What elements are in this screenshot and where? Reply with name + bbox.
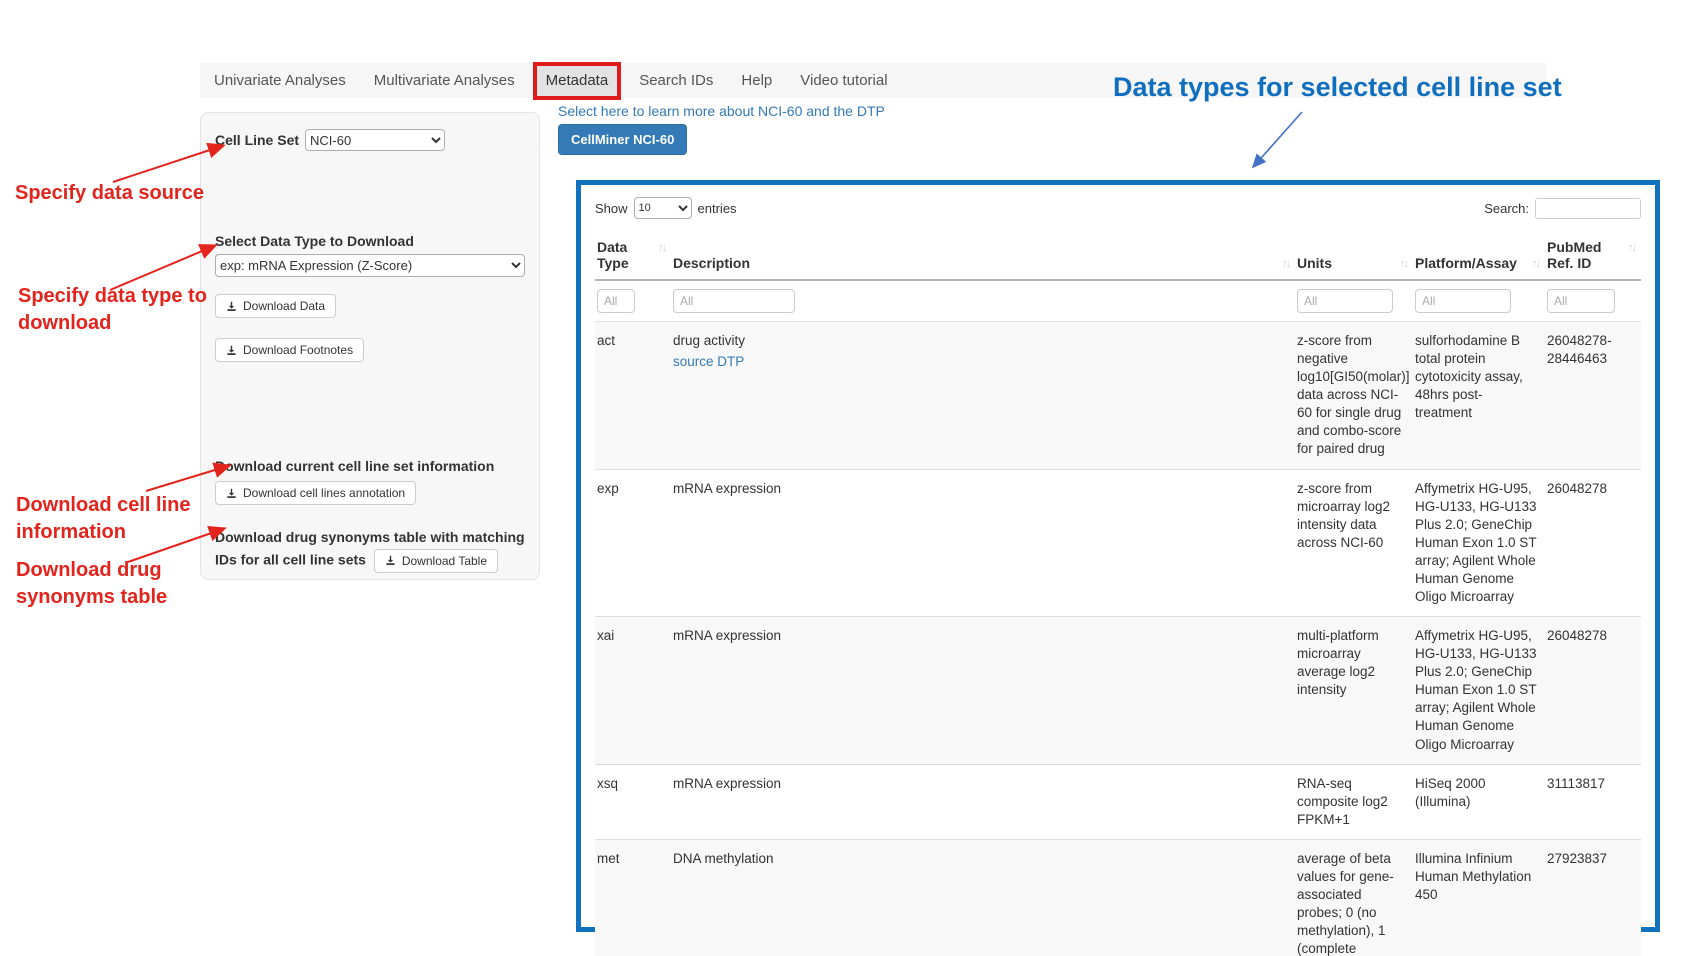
cell-pubmed: 26048278	[1545, 617, 1641, 765]
sort-icon[interactable]: ↑↓	[1532, 255, 1539, 270]
description-text: mRNA expression	[673, 776, 781, 791]
download-cell-lines-annotation-label: Download cell lines annotation	[243, 486, 405, 500]
table-body: act drug activity source DTP z-score from…	[595, 322, 1641, 956]
table-row[interactable]: xai mRNA expression multi-platform micro…	[595, 617, 1641, 765]
cell-line-info-heading: Download current cell line set informati…	[215, 458, 525, 474]
cell-platform: Affymetrix HG-U95, HG-U133, HG-U133 Plus…	[1413, 469, 1545, 617]
table-controls: Show 10 entries Search:	[595, 197, 1641, 219]
filter-row	[595, 280, 1641, 322]
cell-units: RNA-seq composite log2 FPKM+1	[1295, 764, 1413, 839]
download-cell-lines-annotation-button[interactable]: Download cell lines annotation	[215, 481, 416, 505]
cell-line-set-label: Cell Line Set	[215, 132, 299, 148]
filter-description-input[interactable]	[673, 289, 795, 313]
cell-units: z-score from microarray log2 intensity d…	[1295, 469, 1413, 617]
cell-pubmed: 26048278	[1545, 469, 1641, 617]
column-header-description[interactable]: ↑↓Description	[671, 235, 1295, 280]
cell-data-type: exp	[595, 469, 671, 617]
source-dtp-link[interactable]: source DTP	[673, 353, 744, 371]
sort-icon[interactable]: ↑↓	[1400, 255, 1407, 270]
download-footnotes-label: Download Footnotes	[243, 343, 353, 357]
download-options-panel: Cell Line Set NCI-60 Select Data Type to…	[200, 112, 540, 580]
data-type-label: Select Data Type to Download	[215, 233, 525, 249]
cell-pubmed: 26048278-28446463	[1545, 322, 1641, 470]
data-types-table-box: Show 10 entries Search: ↑↓Data Type ↑↓De…	[576, 180, 1660, 932]
filter-platform-input[interactable]	[1415, 289, 1511, 313]
cell-description: DNA methylation	[671, 839, 1295, 956]
cell-description: mRNA expression	[671, 764, 1295, 839]
metadata-highlight-box: Metadata	[533, 62, 622, 100]
cellminer-nci60-button[interactable]: CellMiner NCI-60	[558, 124, 687, 155]
download-data-label: Download Data	[243, 299, 325, 313]
metadata-table: ↑↓Data Type ↑↓Description ↑↓Units ↑↓Plat…	[595, 235, 1641, 956]
nav-search-ids[interactable]: Search IDs	[625, 64, 727, 97]
search-input[interactable]	[1535, 198, 1641, 219]
cell-units: average of beta values for gene-associat…	[1295, 839, 1413, 956]
table-row[interactable]: act drug activity source DTP z-score from…	[595, 322, 1641, 470]
cell-platform: Illumina Infinium Human Methylation 450	[1413, 839, 1545, 956]
table-row[interactable]: xsq mRNA expression RNA-seq composite lo…	[595, 764, 1641, 839]
table-row[interactable]: exp mRNA expression z-score from microar…	[595, 469, 1641, 617]
filter-data-type-input[interactable]	[597, 289, 635, 313]
column-header-units[interactable]: ↑↓Units	[1295, 235, 1413, 280]
sort-icon[interactable]: ↑↓	[1628, 239, 1635, 254]
cell-platform: sulforhodamine B total protein cytotoxic…	[1413, 322, 1545, 470]
description-text: mRNA expression	[673, 628, 781, 643]
drug-synonyms-heading: Download drug synonyms table with matchi…	[215, 527, 525, 573]
cell-platform: HiSeq 2000 (Illumina)	[1413, 764, 1545, 839]
page-size-select[interactable]: 10	[634, 197, 692, 219]
cell-data-type: xsq	[595, 764, 671, 839]
download-footnotes-button[interactable]: Download Footnotes	[215, 338, 364, 362]
sort-icon[interactable]: ↑↓	[1282, 255, 1289, 270]
cell-description: drug activity source DTP	[671, 322, 1295, 470]
annotation-specify-data-source: Specify data source	[15, 180, 204, 207]
cell-description: mRNA expression	[671, 469, 1295, 617]
description-text: DNA methylation	[673, 851, 774, 866]
cell-pubmed: 31113817	[1545, 764, 1641, 839]
annotation-specify-data-type: Specify data type to download	[18, 283, 236, 337]
cell-data-type: xai	[595, 617, 671, 765]
description-text: drug activity	[673, 333, 745, 348]
column-header-pubmed[interactable]: ↑↓PubMed Ref. ID	[1545, 235, 1641, 280]
entries-label: entries	[698, 201, 737, 216]
download-icon	[385, 555, 396, 566]
cell-platform: Affymetrix HG-U95, HG-U133, HG-U133 Plus…	[1413, 617, 1545, 765]
nav-help[interactable]: Help	[727, 64, 786, 97]
blue-arrow-table	[1254, 112, 1302, 166]
nav-univariate-analyses[interactable]: Univariate Analyses	[200, 64, 360, 97]
table-row[interactable]: met DNA methylation average of beta valu…	[595, 839, 1641, 956]
description-text: mRNA expression	[673, 481, 781, 496]
cell-units: multi-platform microarray average log2 i…	[1295, 617, 1413, 765]
nav-metadata[interactable]: Metadata	[546, 72, 609, 89]
learn-more-link[interactable]: Select here to learn more about NCI-60 a…	[558, 103, 885, 119]
nav-multivariate-analyses[interactable]: Multivariate Analyses	[360, 64, 529, 97]
data-type-select[interactable]: exp: mRNA Expression (Z-Score)	[215, 254, 525, 277]
cell-line-set-select[interactable]: NCI-60	[305, 129, 445, 151]
download-icon	[226, 345, 237, 356]
download-table-button[interactable]: Download Table	[374, 549, 498, 573]
filter-pubmed-input[interactable]	[1547, 289, 1615, 313]
cell-pubmed: 27923837	[1545, 839, 1641, 956]
annotation-data-types-heading: Data types for selected cell line set	[1113, 72, 1562, 103]
column-header-platform[interactable]: ↑↓Platform/Assay	[1413, 235, 1545, 280]
cell-data-type: act	[595, 322, 671, 470]
header-row: ↑↓Data Type ↑↓Description ↑↓Units ↑↓Plat…	[595, 235, 1641, 280]
download-icon	[226, 488, 237, 499]
annotation-download-cell-line-info: Download cell line information	[16, 492, 212, 546]
cell-description: mRNA expression	[671, 617, 1295, 765]
column-header-data-type[interactable]: ↑↓Data Type	[595, 235, 671, 280]
page: Univariate Analyses Multivariate Analyse…	[0, 0, 1700, 956]
cell-units: z-score from negative log10[GI50(molar)]…	[1295, 322, 1413, 470]
show-label: Show	[595, 201, 628, 216]
cell-data-type: met	[595, 839, 671, 956]
download-table-label: Download Table	[402, 554, 487, 568]
filter-units-input[interactable]	[1297, 289, 1393, 313]
nav-video-tutorial[interactable]: Video tutorial	[786, 64, 901, 97]
annotation-download-drug-synonyms: Download drug synonyms table	[16, 557, 212, 611]
search-label: Search:	[1484, 201, 1529, 216]
sort-icon[interactable]: ↑↓	[658, 239, 665, 254]
